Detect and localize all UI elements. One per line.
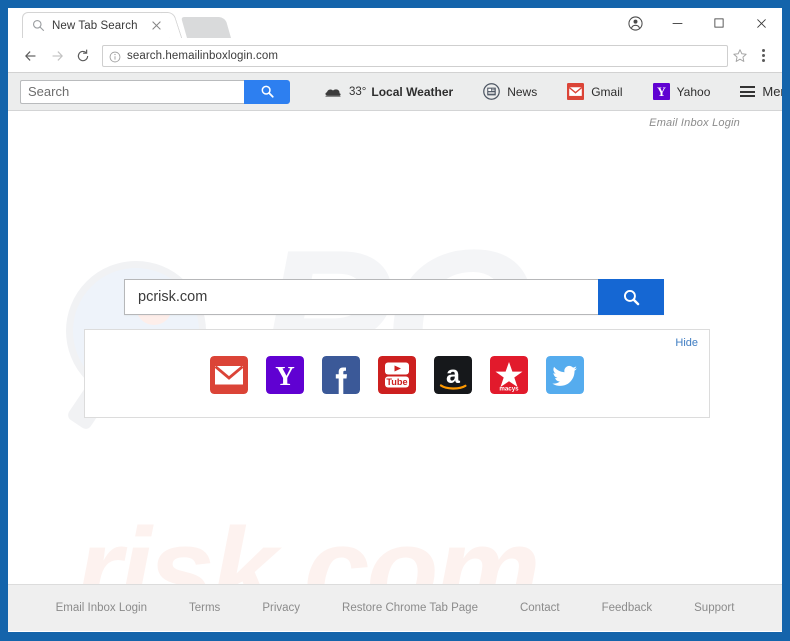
shortcut-youtube[interactable]: Tube [378,356,416,394]
main-search-group [124,279,664,315]
search-icon [32,19,45,32]
toolbar-search-button[interactable] [244,79,290,104]
toolbar-item-local-weather[interactable]: 33° Local Weather [324,85,453,99]
minimize-icon[interactable] [656,8,698,38]
shortcut-macys[interactable]: macys [490,356,528,394]
footer-link-feedback[interactable]: Feedback [602,602,653,614]
site-toolbar: 33° Local Weather [8,73,782,111]
page-brand-label: Email Inbox Login [649,117,740,129]
shortcuts-panel: Hide Y Tube a macys [84,329,710,418]
hamburger-icon [740,86,756,97]
footer-link-support[interactable]: Support [694,602,734,614]
main-search-input[interactable] [124,279,598,315]
toolbar-item-menu[interactable]: Menu [740,84,782,99]
address-bar[interactable]: search.hemailinboxlogin.com [102,44,728,67]
svg-text:macys: macys [499,386,519,393]
toolbar-item-label: News [507,84,538,99]
back-arrow-icon[interactable] [18,43,44,69]
navigation-toolbar: search.hemailinboxlogin.com [8,39,782,73]
three-dot-menu-icon[interactable] [752,43,774,69]
profile-avatar-icon[interactable] [614,8,656,38]
toolbar-search-input[interactable] [20,79,244,104]
gmail-icon [567,83,585,100]
toolbar-item-label: Gmail [591,84,623,99]
toolbar-item-label: Yahoo [676,84,711,99]
tab-new-tab-search[interactable]: New Tab Search [22,12,170,38]
maximize-icon[interactable] [698,8,740,38]
footer-link-restore-chrome-tab-page[interactable]: Restore Chrome Tab Page [342,602,478,614]
close-icon[interactable] [740,8,782,38]
shortcut-yahoo[interactable]: Y [266,356,304,394]
shortcut-twitter[interactable] [546,356,584,394]
window-controls [614,8,782,38]
page-content: PC risk.com Email Inbox Login pcrisk.com… [8,111,782,631]
tab-strip: New Tab Search [8,8,782,39]
hide-shortcuts-link[interactable]: Hide [675,337,698,349]
toolbar-item-gmail[interactable]: Gmail [567,83,623,100]
toolbar-item-yahoo[interactable]: Y Yahoo [652,83,711,100]
svg-text:a: a [446,361,461,389]
shortcut-facebook[interactable] [322,356,360,394]
tab-title: New Tab Search [52,19,138,32]
tab-inactive-placeholder[interactable] [180,17,232,38]
svg-text:Tube: Tube [386,377,407,387]
close-icon[interactable] [150,19,163,32]
svg-text:Y: Y [275,361,295,391]
toolbar-search-group [20,79,290,104]
toolbar-item-news[interactable]: News [483,83,537,100]
page-footer: Email Inbox Login Terms Privacy Restore … [8,584,782,631]
shortcut-gmail[interactable] [210,356,248,394]
cloud-icon [324,86,342,98]
footer-link-email-inbox-login[interactable]: Email Inbox Login [56,602,147,614]
svg-text:Y: Y [657,85,666,99]
shortcut-amazon[interactable]: a [434,356,472,394]
browser-window-frame: New Tab Search search.hemailinboxlogin.c… [0,0,790,641]
weather-temperature: 33° [349,85,367,98]
main-search-button[interactable] [598,279,664,315]
info-circle-icon[interactable] [109,50,121,62]
toolbar-links: 33° Local Weather News Gmail Y Yahoo Me [324,83,782,100]
footer-link-contact[interactable]: Contact [520,602,560,614]
forward-arrow-icon [44,43,70,69]
footer-link-privacy[interactable]: Privacy [262,602,300,614]
star-icon[interactable] [732,48,748,64]
address-bar-url: search.hemailinboxlogin.com [127,49,278,62]
toolbar-item-label: Local Weather [371,84,454,99]
browser-window: New Tab Search search.hemailinboxlogin.c… [8,8,782,632]
toolbar-item-label: Menu [762,84,782,99]
newspaper-icon [483,83,501,100]
reload-icon[interactable] [70,43,96,69]
footer-link-terms[interactable]: Terms [189,602,220,614]
yahoo-icon: Y [652,83,670,100]
shortcut-row: Y Tube a macys [85,356,709,394]
